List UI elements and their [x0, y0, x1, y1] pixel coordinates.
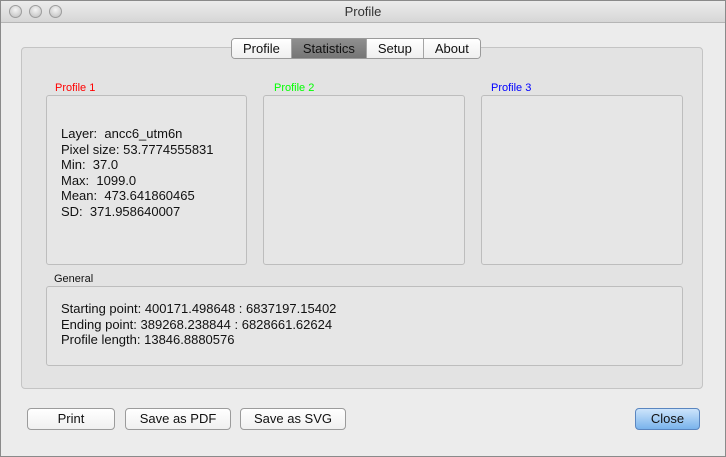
tab-statistics[interactable]: Statistics [291, 39, 367, 58]
tab-setup[interactable]: Setup [366, 39, 424, 58]
stat-min: Min: 37.0 [61, 157, 119, 172]
tab-bar: Profile Statistics Setup About [231, 38, 481, 59]
tab-profile[interactable]: Profile [232, 39, 292, 58]
title-bar[interactable]: Profile [1, 1, 725, 23]
ending-point: Ending point: 389268.238844 : 6828661.62… [61, 316, 333, 332]
tab-about[interactable]: About [423, 39, 480, 58]
general-box: Starting point: 400171.498648 : 6837197.… [46, 286, 683, 366]
stat-sd: SD: 371.958640007 [61, 203, 181, 219]
save-svg-button[interactable]: Save as SVG [240, 408, 346, 430]
stat-mean: Mean: 473.641860465 [61, 188, 195, 203]
profile-length: Profile length: 13846.8880576 [61, 332, 235, 347]
starting-point: Starting point: 400171.498648 : 6837197.… [61, 301, 337, 316]
stat-pixel-size: Pixel size: 53.7774555831 [61, 141, 214, 157]
general-label: General [54, 273, 94, 285]
close-button[interactable]: Close [635, 408, 700, 430]
profile-3-label: Profile 3 [491, 82, 532, 94]
stat-layer: Layer: ancc6_utm6n [61, 126, 183, 141]
profile-1-stats: Layer: ancc6_utm6n Pixel size: 53.777455… [61, 126, 214, 219]
profile-1-label: Profile 1 [55, 82, 96, 94]
profile-2-box [263, 95, 465, 265]
print-button[interactable]: Print [27, 408, 115, 430]
general-info: Starting point: 400171.498648 : 6837197.… [61, 301, 336, 348]
tab-panel: Profile 1 Layer: ancc6_utm6n Pixel size:… [21, 47, 703, 389]
profile-3-box [481, 95, 683, 265]
profile-window: Profile Profile 1 Layer: ancc6_utm6n Pix… [0, 0, 726, 457]
profile-1-box: Layer: ancc6_utm6n Pixel size: 53.777455… [46, 95, 247, 265]
profile-2-label: Profile 2 [274, 82, 315, 94]
save-pdf-button[interactable]: Save as PDF [125, 408, 231, 430]
stat-max: Max: 1099.0 [61, 172, 137, 188]
window-title: Profile [344, 4, 382, 19]
